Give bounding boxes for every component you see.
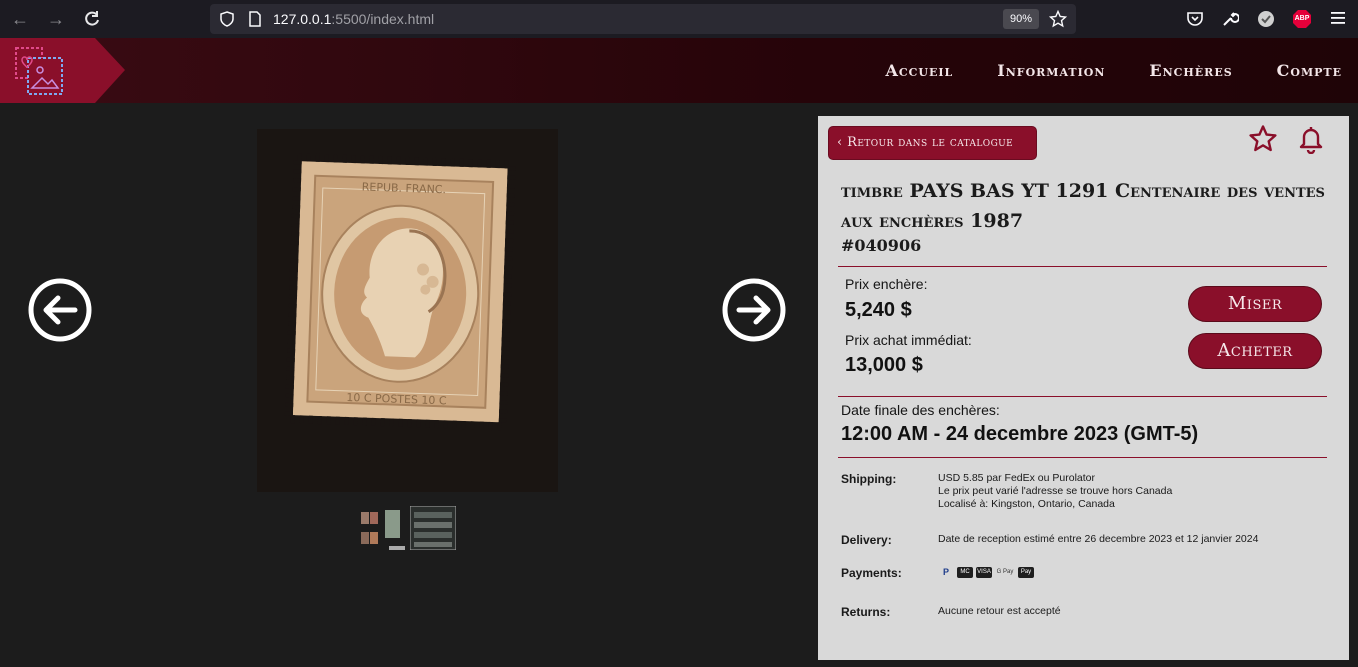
extension-check-icon[interactable] [1257, 10, 1275, 28]
nav-information[interactable]: Information [997, 61, 1105, 80]
back-arrow-icon[interactable]: ← [10, 9, 30, 29]
lot-title: timbre PAYS BAS YT 1291 Centenaire des v… [841, 180, 1325, 232]
shipping-line: Le prix peut varié l'adresse se trouve h… [938, 485, 1173, 497]
apple-pay-icon: Pay [1018, 567, 1034, 578]
hamburger-menu-icon[interactable] [1330, 11, 1346, 25]
lot-details-panel: ‹ Retour dans le catalogue timbre PAYS B… [818, 116, 1349, 660]
forward-arrow-icon[interactable]: → [46, 9, 66, 29]
main-stamp-image[interactable]: REPUB. FRANC. 10 C POSTES 10 C [257, 129, 558, 492]
nav-accueil[interactable]: Accueil [885, 61, 953, 80]
bookmark-star-icon[interactable] [1049, 10, 1067, 28]
mastercard-icon: MC [957, 567, 973, 578]
shield-icon[interactable] [219, 11, 235, 27]
delivery-info: Date de reception estimé entre 26 decemb… [938, 533, 1259, 545]
notification-bell-icon[interactable] [1296, 124, 1326, 154]
reload-icon[interactable] [83, 10, 101, 28]
favorite-star-icon[interactable] [1248, 124, 1278, 154]
shipping-info: USD 5.85 par FedEx ou Purolator Le prix … [938, 472, 1172, 511]
bid-price-label: Prix enchère: [845, 276, 928, 292]
pocket-icon[interactable] [1186, 10, 1204, 28]
logo-badge[interactable] [0, 38, 125, 103]
thumbnail-2[interactable] [410, 506, 456, 550]
previous-image-button[interactable] [27, 277, 93, 343]
shipping-line: Localisé à: Kingston, Ontario, Canada [938, 498, 1115, 510]
buy-now-button[interactable]: Acheter [1188, 333, 1322, 369]
url-text[interactable]: 127.0.0.1:5500/index.html [273, 11, 434, 27]
divider [838, 266, 1327, 267]
url-bar[interactable]: 127.0.0.1:5500/index.html 90% [210, 4, 1076, 34]
url-host: 127.0.0.1 [273, 11, 332, 27]
thumbnail-1[interactable] [360, 506, 406, 550]
main-nav: Accueil Information Enchères Compte [885, 38, 1358, 103]
page-icon [249, 11, 261, 27]
bid-price-value: 5,240 $ [845, 299, 912, 321]
browser-toolbar: ← → 127.0.0.1:5500/index.html 90% ABP [0, 0, 1358, 38]
delivery-label: Delivery: [841, 533, 892, 547]
url-path: :5500/index.html [331, 11, 435, 27]
divider [838, 396, 1327, 397]
buy-now-price-label: Prix achat immédiat: [845, 332, 972, 348]
nav-encheres[interactable]: Enchères [1149, 61, 1232, 80]
site-header: Accueil Information Enchères Compte [0, 38, 1358, 103]
google-pay-icon: G Pay [996, 569, 1014, 575]
thumbnail-strip [360, 506, 456, 550]
visa-icon: VISA [976, 567, 992, 578]
arrow-left-circle-icon [28, 278, 92, 342]
back-to-catalog-button[interactable]: ‹ Retour dans le catalogue [828, 126, 1037, 160]
returns-info: Aucune retour est accepté [938, 605, 1061, 617]
lot-id: #040906 [841, 236, 922, 255]
buy-now-price-value: 13,000 $ [845, 354, 923, 376]
returns-label: Returns: [841, 605, 891, 619]
zoom-level[interactable]: 90% [1003, 9, 1039, 29]
arrow-right-circle-icon [722, 278, 786, 342]
payments-label: Payments: [841, 566, 902, 580]
nav-compte[interactable]: Compte [1277, 61, 1342, 80]
paypal-icon: P [942, 567, 949, 577]
place-bid-button[interactable]: Miser [1188, 286, 1322, 322]
divider [838, 457, 1327, 458]
end-date-label: Date finale des enchères: [841, 402, 1000, 418]
stamp-picture: REPUB. FRANC. 10 C POSTES 10 C [284, 152, 516, 431]
next-image-button[interactable] [721, 277, 787, 343]
end-date-value: 12:00 AM - 24 decembre 2023 (GMT-5) [841, 423, 1199, 445]
shipping-label: Shipping: [841, 472, 897, 486]
payment-methods: P MC VISA G Pay Pay [938, 567, 1034, 578]
adblock-label: ABP [1294, 15, 1310, 22]
shipping-line: USD 5.85 par FedEx ou Purolator [938, 472, 1095, 484]
wrench-icon[interactable] [1221, 10, 1239, 28]
